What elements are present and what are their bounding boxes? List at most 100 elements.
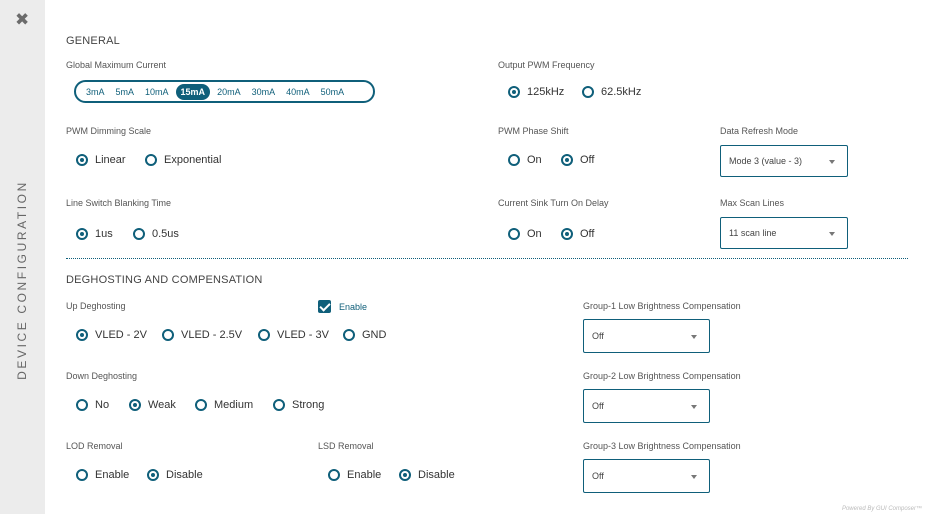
radio-vled-2-5v[interactable]: VLED - 2.5V (162, 329, 242, 341)
current-option-40ma[interactable]: 40mA (282, 85, 314, 99)
radio-unselected-icon (508, 154, 520, 166)
radio-label: On (527, 154, 542, 166)
radio-label: VLED - 2V (95, 329, 147, 341)
current-option-10ma[interactable]: 10mA (141, 85, 173, 99)
group3-compensation-label: Group-3 Low Brightness Compensation (583, 441, 741, 451)
radio-label: No (95, 399, 110, 411)
radio-exponential[interactable]: Exponential (145, 154, 222, 166)
group2-compensation-label: Group-2 Low Brightness Compensation (583, 371, 741, 381)
radio-delay-on[interactable]: On (508, 228, 542, 240)
radio-unselected-icon (145, 154, 157, 166)
radio-62-5khz[interactable]: 62.5kHz (582, 86, 641, 98)
checkbox-checked-icon (318, 300, 331, 313)
radio-gnd[interactable]: GND (343, 329, 386, 341)
radio-unselected-icon (343, 329, 355, 341)
down-deghosting-label: Down Deghosting (66, 371, 138, 381)
radio-lsd-enable[interactable]: Enable (328, 469, 381, 481)
sidebar: ✖ DEVICE CONFIGURATION (0, 0, 45, 514)
max-scan-lines-select[interactable]: 11 scan line (720, 217, 848, 249)
data-refresh-mode-select[interactable]: Mode 3 (value - 3) (720, 145, 848, 177)
radio-label: Exponential (164, 154, 222, 166)
radio-125khz[interactable]: 125kHz (508, 86, 564, 98)
output-pwm-frequency-label: Output PWM Frequency (498, 60, 595, 70)
radio-unselected-icon (195, 399, 207, 411)
radio-label: On (527, 228, 542, 240)
section-heading-deghosting: DEGHOSTING AND COMPENSATION (66, 274, 263, 286)
lsd-removal-label: LSD Removal (318, 441, 374, 451)
select-value: Off (592, 331, 604, 341)
radio-selected-icon (76, 154, 88, 166)
sidebar-title: DEVICE CONFIGURATION (15, 180, 29, 380)
section-heading-general: GENERAL (66, 35, 120, 47)
radio-selected-icon (561, 228, 573, 240)
radio-label: Off (580, 154, 595, 166)
radio-medium[interactable]: Medium (195, 399, 253, 411)
radio-no[interactable]: No (76, 399, 109, 411)
select-value: 11 scan line (729, 228, 777, 238)
max-scan-lines-label: Max Scan Lines (720, 198, 785, 208)
current-option-50ma[interactable]: 50mA (317, 85, 349, 99)
radio-1us[interactable]: 1us (76, 228, 113, 240)
pwm-dimming-scale-label: PWM Dimming Scale (66, 126, 152, 136)
current-option-30ma[interactable]: 30mA (248, 85, 280, 99)
radio-strong[interactable]: Strong (273, 399, 324, 411)
current-option-5ma[interactable]: 5mA (112, 85, 139, 99)
data-refresh-mode-label: Data Refresh Mode (720, 126, 799, 136)
checkbox-label: Enable (339, 301, 368, 312)
group1-compensation-label: Group-1 Low Brightness Compensation (583, 301, 741, 311)
radio-label: 1us (95, 228, 113, 240)
section-divider (66, 258, 908, 259)
radio-linear[interactable]: Linear (76, 154, 126, 166)
current-option-3ma[interactable]: 3mA (82, 85, 109, 99)
radio-label: Enable (347, 469, 382, 481)
select-value: Off (592, 401, 604, 411)
radio-label: 0.5us (152, 228, 179, 240)
up-deghosting-label: Up Deghosting (66, 301, 126, 311)
group3-compensation-select[interactable]: Off (583, 459, 710, 493)
radio-selected-icon (561, 154, 573, 166)
chevron-down-icon (829, 160, 835, 164)
current-option-20ma[interactable]: 20mA (213, 85, 245, 99)
lod-removal-label: LOD Removal (66, 441, 123, 451)
chevron-down-icon (829, 232, 835, 236)
global-max-current-label: Global Maximum Current (66, 60, 167, 70)
radio-label: Linear (95, 154, 126, 166)
radio-vled-2v[interactable]: VLED - 2V (76, 329, 147, 341)
radio-selected-icon (76, 329, 88, 341)
radio-lsd-disable[interactable]: Disable (399, 469, 455, 481)
radio-label: GND (362, 329, 387, 341)
radio-label: 62.5kHz (601, 86, 642, 98)
radio-weak[interactable]: Weak (129, 399, 176, 411)
radio-vled-3v[interactable]: VLED - 3V (258, 329, 329, 341)
radio-phase-on[interactable]: On (508, 154, 542, 166)
radio-label: Weak (148, 399, 176, 411)
radio-unselected-icon (328, 469, 340, 481)
radio-unselected-icon (508, 228, 520, 240)
radio-selected-icon (129, 399, 141, 411)
radio-label: Strong (292, 399, 325, 411)
radio-lod-enable[interactable]: Enable (76, 469, 129, 481)
group1-compensation-select[interactable]: Off (583, 319, 710, 353)
radio-unselected-icon (582, 86, 594, 98)
radio-phase-off[interactable]: Off (561, 154, 594, 166)
radio-unselected-icon (162, 329, 174, 341)
select-value: Mode 3 (value - 3) (729, 156, 803, 166)
radio-delay-off[interactable]: Off (561, 228, 594, 240)
chevron-down-icon (691, 405, 697, 409)
close-icon[interactable]: ✖ (15, 10, 29, 30)
radio-0-5us[interactable]: 0.5us (133, 228, 179, 240)
radio-unselected-icon (76, 399, 88, 411)
radio-label: VLED - 2.5V (181, 329, 243, 341)
current-option-15ma[interactable]: 15mA (175, 83, 211, 100)
radio-label: Disable (166, 469, 203, 481)
current-sink-delay-label: Current Sink Turn On Delay (498, 198, 609, 208)
radio-unselected-icon (76, 469, 88, 481)
radio-selected-icon (76, 228, 88, 240)
up-deghosting-enable-checkbox[interactable]: Enable (318, 300, 367, 313)
radio-lod-disable[interactable]: Disable (147, 469, 203, 481)
chevron-down-icon (691, 335, 697, 339)
radio-unselected-icon (258, 329, 270, 341)
radio-label: Medium (214, 399, 254, 411)
group2-compensation-select[interactable]: Off (583, 389, 710, 423)
line-switch-blanking-label: Line Switch Blanking Time (66, 198, 172, 208)
